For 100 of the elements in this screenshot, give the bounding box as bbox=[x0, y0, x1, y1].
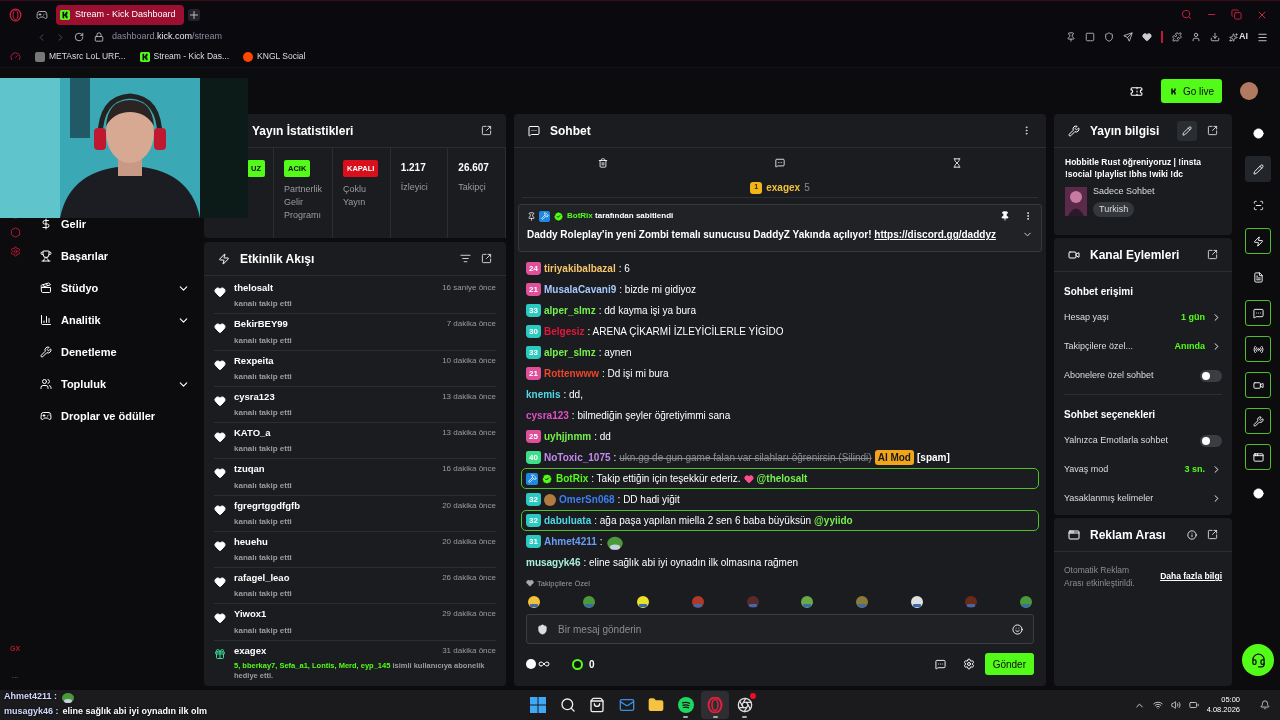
pin-icon[interactable] bbox=[1066, 32, 1076, 42]
ai-button[interactable]: AI bbox=[1229, 30, 1248, 44]
chat-username[interactable]: alper_slmz bbox=[544, 303, 596, 318]
opera-logo-icon[interactable] bbox=[9, 7, 22, 22]
edit-button[interactable] bbox=[1177, 120, 1197, 141]
nav-item[interactable]: Droplar ve ödüller bbox=[40, 410, 190, 422]
send-button[interactable]: Gönder bbox=[984, 653, 1034, 675]
chat-username[interactable]: MusalaCavani9 bbox=[544, 282, 617, 297]
setting-row[interactable]: Yalnızca Emotlarla sohbet bbox=[1064, 426, 1222, 455]
address-field[interactable]: dashboard.kick.com/stream bbox=[112, 30, 223, 44]
pop-out-icon[interactable] bbox=[1207, 249, 1218, 260]
event-time: 13 dakika önce bbox=[442, 427, 496, 440]
nav-icon bbox=[40, 250, 52, 262]
browser-tab[interactable]: Stream - Kick Dashboard bbox=[56, 4, 184, 25]
chat-username[interactable]: Ahmet4211 bbox=[544, 534, 597, 549]
bookmark[interactable]: Stream - Kick Das... bbox=[139, 50, 230, 63]
chat-username[interactable]: dabuluata bbox=[544, 513, 592, 528]
bookmark[interactable]: KNGL Social bbox=[243, 50, 306, 63]
chat-username[interactable]: uyhjjnmm bbox=[544, 429, 592, 444]
chat-username[interactable]: musagyk46 bbox=[526, 555, 581, 570]
new-tab-button[interactable] bbox=[188, 8, 200, 21]
chat-username[interactable]: Rottenwww bbox=[544, 366, 599, 381]
folder-icon[interactable] bbox=[648, 697, 664, 713]
chat-username[interactable]: alper_slmz bbox=[544, 345, 596, 360]
avatar[interactable] bbox=[1240, 82, 1258, 100]
trash-icon[interactable] bbox=[597, 158, 608, 168]
heart-icon[interactable] bbox=[1142, 32, 1152, 42]
video-icon[interactable] bbox=[1245, 372, 1271, 398]
hourglass-icon[interactable] bbox=[952, 158, 963, 168]
reload-button[interactable] bbox=[74, 32, 84, 42]
mention-link[interactable]: @thelosalt bbox=[756, 471, 808, 486]
download-icon[interactable] bbox=[1210, 32, 1220, 42]
setting-row[interactable]: Abonelere özel sohbet bbox=[1064, 361, 1222, 390]
windows-logo-icon[interactable] bbox=[530, 697, 546, 713]
discord-link[interactable]: https://discord.gg/daddyz bbox=[874, 229, 996, 240]
nav-item[interactable]: Denetleme bbox=[40, 346, 190, 358]
emoji-button[interactable] bbox=[1012, 623, 1023, 635]
bell-icon[interactable] bbox=[1260, 700, 1270, 710]
nav-item[interactable]: Topluluk bbox=[40, 378, 190, 390]
more-label[interactable]: ... bbox=[11, 670, 19, 682]
chat-username[interactable]: OmerSn068 bbox=[559, 492, 615, 507]
message-box[interactable]: Bir mesaj gönderin bbox=[526, 614, 1034, 644]
mail-icon[interactable] bbox=[618, 697, 635, 713]
nav-item[interactable]: Stüdyo bbox=[40, 282, 190, 294]
chat-username[interactable]: knemis bbox=[526, 387, 561, 402]
menu-icon[interactable] bbox=[1257, 31, 1268, 43]
obs-icon[interactable] bbox=[736, 697, 753, 713]
nav-icon bbox=[40, 282, 52, 294]
chat-username[interactable]: NoToxic_1075 bbox=[544, 450, 611, 465]
pop-out-icon[interactable] bbox=[481, 125, 492, 136]
message-input[interactable]: Bir mesaj gönderin bbox=[558, 621, 1002, 637]
spotify-icon[interactable] bbox=[677, 697, 694, 713]
hexagon-icon[interactable] bbox=[9, 227, 21, 238]
chat-username[interactable]: Belgesiz bbox=[544, 324, 585, 339]
store-icon[interactable] bbox=[589, 697, 605, 713]
panel-title: Sohbet bbox=[550, 122, 591, 140]
support-button[interactable] bbox=[1242, 644, 1274, 676]
ticket-icon[interactable] bbox=[1129, 84, 1143, 98]
lightning-icon[interactable] bbox=[1245, 228, 1271, 254]
learn-more-link[interactable]: Daha fazla bilgi bbox=[1160, 570, 1222, 583]
wrench-icon[interactable] bbox=[1245, 408, 1271, 434]
pop-out-icon[interactable] bbox=[1207, 529, 1218, 540]
shield-icon[interactable] bbox=[1104, 32, 1114, 42]
setting-row[interactable]: Hesap yaşı 1 gün bbox=[1064, 303, 1222, 332]
chat-username[interactable]: tiriyakibalbazal bbox=[544, 261, 616, 276]
bookmark[interactable]: METAsrc LoL URF... bbox=[35, 50, 126, 63]
gamepad-icon[interactable] bbox=[36, 8, 48, 21]
info-icon[interactable] bbox=[1187, 529, 1197, 540]
pop-out-icon[interactable] bbox=[1207, 125, 1218, 136]
setting-row[interactable]: Yavaş mod 3 sn. bbox=[1064, 455, 1222, 484]
go-live-button[interactable]: Go live bbox=[1160, 79, 1222, 103]
toggle-switch[interactable] bbox=[1200, 434, 1222, 447]
window-icon[interactable] bbox=[1245, 444, 1271, 470]
extensions-icon[interactable] bbox=[1172, 32, 1182, 42]
nav-item[interactable]: Analitik bbox=[40, 314, 190, 326]
pop-out-icon[interactable] bbox=[481, 253, 492, 264]
mention-link[interactable]: @yyiido bbox=[814, 513, 853, 528]
opera-icon[interactable] bbox=[707, 697, 723, 713]
unpin-button[interactable] bbox=[1000, 211, 1010, 221]
pencil-icon[interactable] bbox=[1245, 156, 1271, 182]
chat-username[interactable]: cysra123 bbox=[526, 408, 569, 423]
nav-item[interactable]: Başarılar bbox=[40, 250, 190, 262]
setting-row[interactable]: Takipçilere özel... Anında bbox=[1064, 332, 1222, 361]
chat-username[interactable]: BotRix bbox=[556, 471, 589, 486]
toggle-switch[interactable] bbox=[1200, 369, 1222, 382]
chat-icon[interactable] bbox=[1245, 300, 1271, 326]
volume-icon[interactable] bbox=[1170, 700, 1181, 710]
battery-icon[interactable] bbox=[1188, 700, 1199, 710]
search-icon[interactable] bbox=[559, 697, 576, 713]
speed-dial-icon[interactable] bbox=[10, 51, 21, 62]
filter-icon[interactable] bbox=[460, 253, 471, 264]
restore-button[interactable] bbox=[1231, 9, 1242, 20]
wifi-icon[interactable] bbox=[1152, 700, 1163, 710]
broadcast-icon[interactable] bbox=[1245, 336, 1271, 362]
nav-item[interactable]: Gelir bbox=[40, 218, 190, 230]
send-icon[interactable] bbox=[1123, 32, 1133, 42]
event-username: exagex bbox=[234, 643, 267, 658]
setting-row[interactable]: Yasaklanmış kelimeler bbox=[1064, 484, 1222, 513]
profile-icon[interactable] bbox=[1191, 32, 1201, 42]
snapshot-icon[interactable] bbox=[1085, 32, 1095, 42]
